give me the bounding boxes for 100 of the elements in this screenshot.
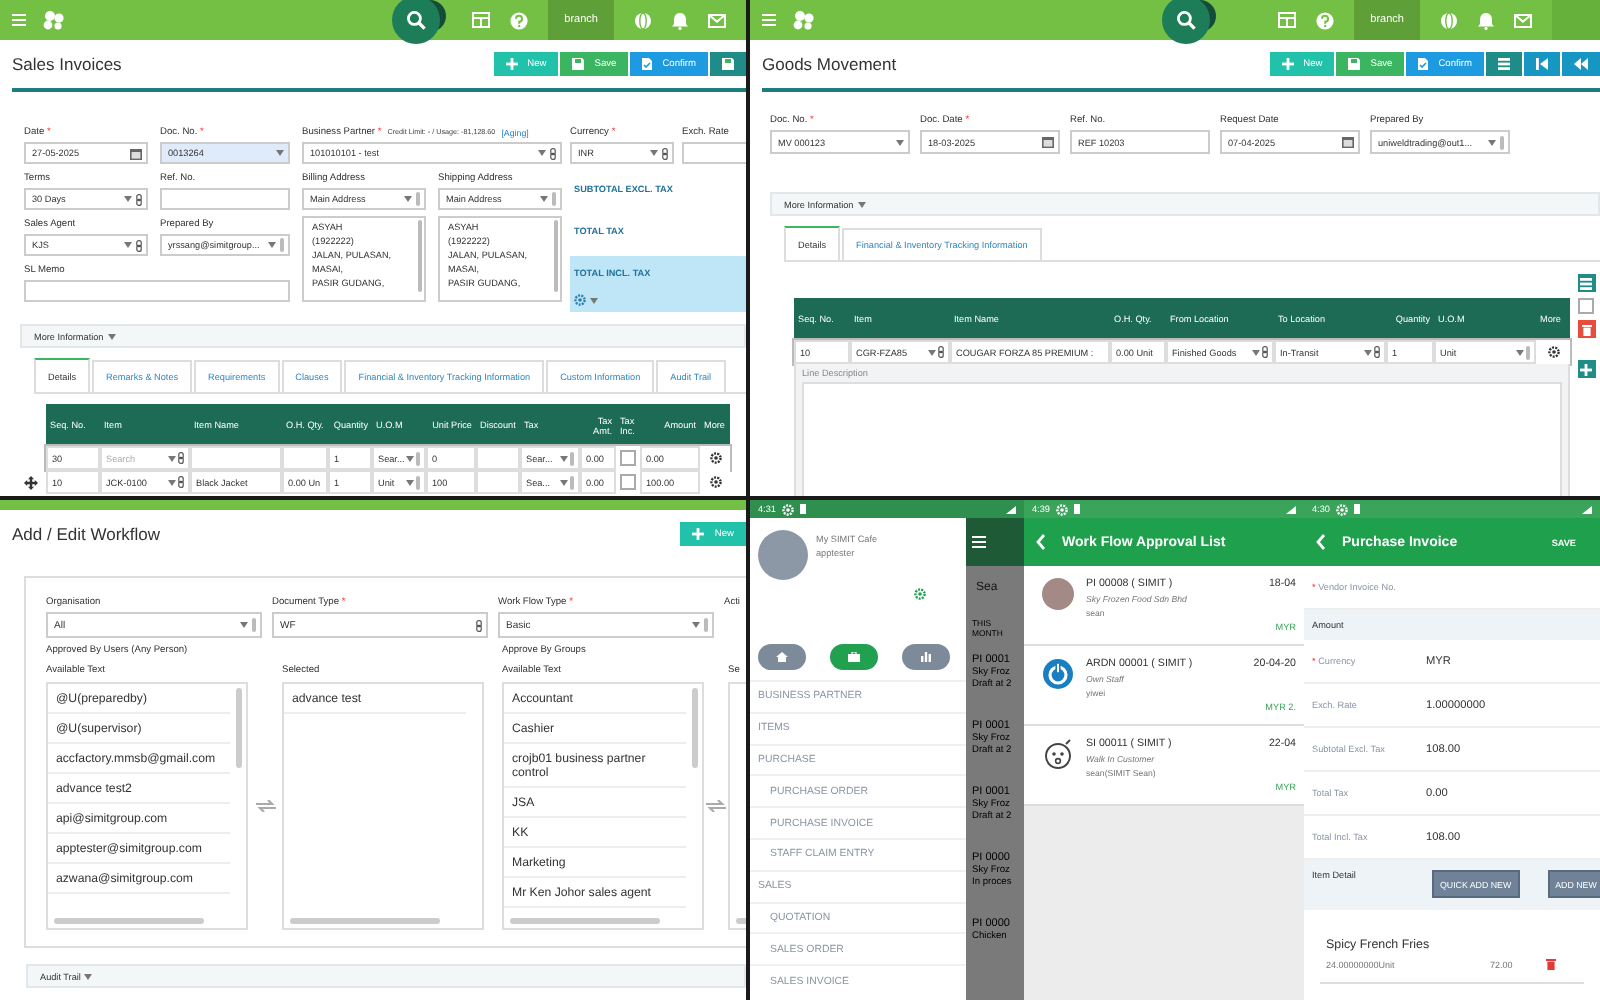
- chevron-left-icon[interactable]: [1036, 534, 1046, 550]
- add-button[interactable]: [1577, 360, 1595, 378]
- checkbox[interactable]: [1578, 298, 1594, 314]
- caret-icon: [276, 150, 284, 156]
- settings-button[interactable]: [709, 452, 721, 464]
- table-icon[interactable]: [472, 12, 491, 28]
- bar-chart-icon: [920, 652, 932, 662]
- scrollbar-icon: [1526, 345, 1530, 359]
- plus-icon: [1281, 58, 1294, 70]
- delete-button[interactable]: [1577, 320, 1595, 338]
- caret-icon: [560, 479, 568, 485]
- table-icon[interactable]: [1278, 12, 1297, 28]
- scrollbar[interactable]: [236, 688, 242, 768]
- caret-icon: [560, 455, 568, 461]
- document-icon: [642, 58, 653, 70]
- link-icon: [662, 147, 668, 159]
- scrollbar[interactable]: [54, 918, 204, 924]
- scrollbar[interactable]: [510, 918, 660, 924]
- checkbox[interactable]: [620, 450, 636, 466]
- scrollbar-icon: [552, 192, 556, 206]
- link-icon: [476, 619, 482, 631]
- mail-icon[interactable]: [1514, 13, 1532, 27]
- table-cell: [282, 446, 328, 470]
- bell-icon[interactable]: [672, 11, 688, 29]
- plus-icon: [1580, 363, 1592, 375]
- plus-icon: [505, 58, 518, 70]
- signal-icon: [1582, 505, 1592, 513]
- search-button[interactable]: [1162, 0, 1210, 44]
- home-button[interactable]: [758, 644, 806, 670]
- settings-button[interactable]: [1547, 346, 1559, 358]
- bell-icon[interactable]: [1478, 11, 1494, 29]
- save-icon: [1348, 58, 1361, 70]
- globe-icon[interactable]: [634, 11, 652, 29]
- page-title: Sales Invoices: [12, 54, 122, 74]
- trash-icon[interactable]: [1581, 323, 1591, 335]
- gear-icon: [1547, 346, 1559, 358]
- search-icon: [1176, 10, 1196, 30]
- caret-icon: [692, 622, 700, 628]
- caret-icon: [404, 196, 412, 202]
- caret-icon: [406, 479, 414, 485]
- battery-icon: [799, 504, 806, 514]
- face-icon: [1042, 738, 1074, 770]
- link-icon: [136, 239, 142, 251]
- caret-icon: [124, 196, 132, 202]
- globe-icon[interactable]: [1440, 11, 1458, 29]
- input-field[interactable]: [682, 142, 746, 164]
- link-icon: [178, 452, 184, 464]
- search-button[interactable]: [392, 0, 440, 44]
- logo-icon[interactable]: [792, 10, 816, 30]
- table-cell: [476, 446, 520, 470]
- input-field[interactable]: [24, 280, 290, 302]
- document-icon: [1418, 58, 1429, 70]
- power-icon: [1042, 658, 1074, 690]
- scrollbar-icon: [280, 238, 284, 252]
- gear-icon[interactable]: [914, 588, 926, 600]
- battery-icon: [1073, 504, 1080, 514]
- move-icon[interactable]: [24, 475, 38, 489]
- list-button[interactable]: [1486, 52, 1522, 76]
- settings-button[interactable]: [709, 476, 721, 488]
- rewind-icon: [1574, 58, 1588, 70]
- caret-icon: [107, 333, 116, 339]
- calendar-icon: [130, 147, 142, 159]
- transfer-arrows-icon[interactable]: [706, 800, 726, 812]
- photo-placeholder: [758, 530, 808, 580]
- page-title: Goods Movement: [762, 54, 897, 74]
- text-area[interactable]: [802, 382, 1562, 496]
- scrollbar[interactable]: [290, 918, 440, 924]
- mail-icon[interactable]: [708, 13, 726, 27]
- logo-icon[interactable]: [42, 10, 66, 30]
- list-icon: [1498, 58, 1510, 70]
- chevron-left-icon[interactable]: [1316, 534, 1326, 550]
- plus-icon: [692, 528, 705, 540]
- help-icon[interactable]: [510, 11, 529, 29]
- calendar-icon: [1342, 136, 1354, 148]
- scrollbar[interactable]: [692, 688, 698, 768]
- help-icon[interactable]: [1316, 11, 1335, 29]
- trash-icon[interactable]: [1546, 958, 1556, 970]
- link-icon: [938, 346, 944, 358]
- transfer-arrows-icon[interactable]: [255, 800, 275, 812]
- caret-icon: [406, 455, 415, 461]
- link-icon: [178, 476, 184, 488]
- list-button[interactable]: [1577, 274, 1595, 292]
- save-icon: [722, 58, 734, 70]
- chart-button[interactable]: [902, 644, 950, 670]
- input-field[interactable]: [160, 188, 290, 210]
- menu-icon[interactable]: [972, 536, 986, 548]
- caret-icon: [590, 297, 598, 303]
- caret-icon: [896, 139, 904, 145]
- gear-icon[interactable]: [574, 294, 586, 306]
- first-button[interactable]: [1524, 52, 1560, 76]
- search-icon: [406, 10, 426, 30]
- briefcase-button[interactable]: [830, 644, 878, 670]
- caret-icon: [1488, 139, 1496, 145]
- caret-icon: [1252, 349, 1260, 355]
- caret-icon: [1364, 349, 1372, 355]
- battery-icon: [1353, 504, 1360, 514]
- prev-button[interactable]: [1562, 52, 1600, 76]
- list-icon: [1580, 277, 1592, 289]
- checkbox[interactable]: [620, 474, 636, 490]
- caret-icon: [240, 622, 248, 628]
